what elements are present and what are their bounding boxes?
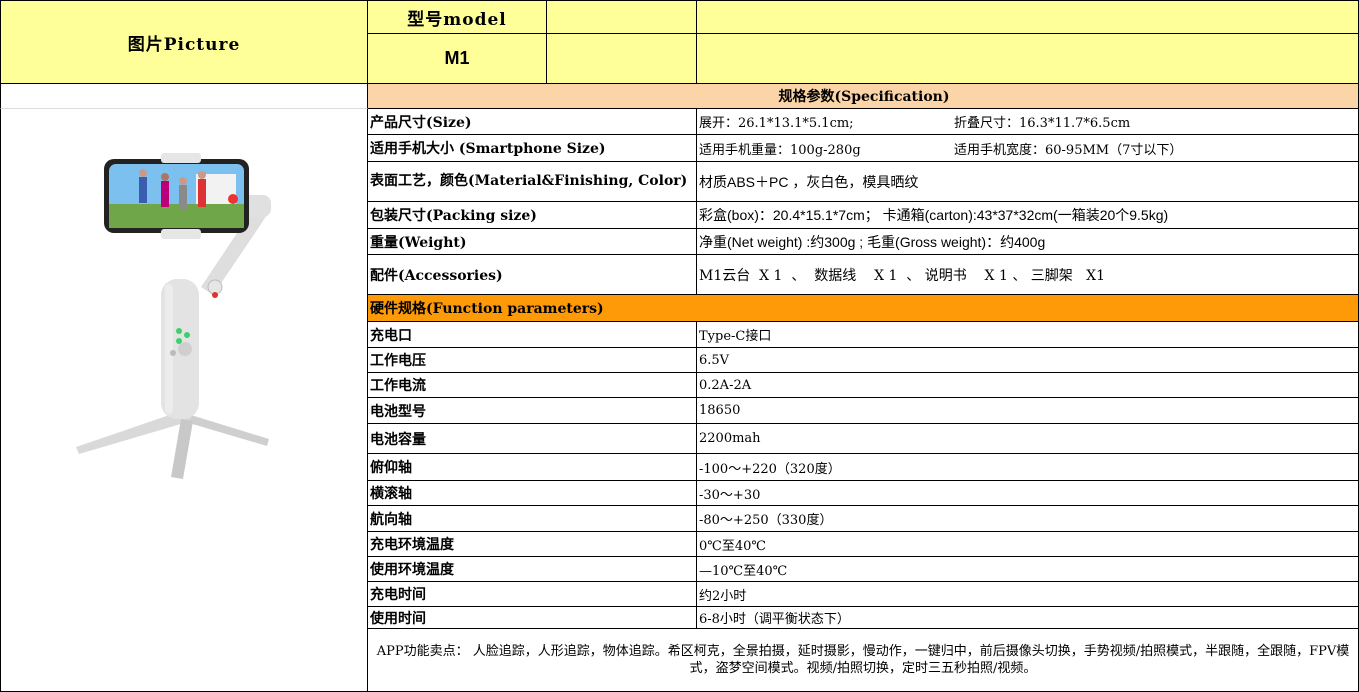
- function-row-label: 使用时间: [368, 607, 697, 629]
- model-header: 型号model: [368, 0, 547, 34]
- model-header-label: 型号model: [407, 9, 507, 30]
- spec-row-value: M1云台 X 1 、 数据线 X 1 、 说明书 X 1 、 三脚架 X1: [697, 255, 1359, 295]
- function-row-value: 6-8小时（调平衡状态下）: [697, 607, 1359, 629]
- function-label: 电池型号: [370, 403, 426, 420]
- spec-section-title: 规格参数(Specification): [368, 84, 1359, 109]
- function-row-value: 0℃至40℃: [697, 532, 1359, 557]
- function-row-label: 横滚轴: [368, 481, 697, 506]
- function-value: 6-8小时（调平衡状态下）: [699, 612, 850, 627]
- spec-value-packing: 彩盒(box)：20.4*15.1*7cm； 卡通箱(carton):43*37…: [699, 207, 1169, 223]
- function-label: 使用环境温度: [370, 562, 454, 578]
- picture-spacer: [0, 84, 368, 109]
- picture-header-label: 图片Picture: [127, 34, 241, 55]
- model-value-text: M1: [444, 48, 470, 68]
- spec-value-weight: 净重(Net weight) :约300g ; 毛重(Gross weight)…: [699, 233, 1046, 250]
- spec-row-label: 产品尺寸(Size): [368, 109, 697, 135]
- spec-value-folded: 折叠尺寸：16.3*11.7*6.5cm: [954, 116, 1131, 131]
- function-row-label: 充电口: [368, 322, 697, 348]
- function-row-value: 2200mah: [697, 424, 1359, 454]
- spec-label-packing: 包装尺寸(Packing size): [370, 208, 537, 224]
- function-section-title: 硬件规格(Function parameters): [368, 295, 1359, 322]
- function-value: 18650: [699, 403, 741, 418]
- function-row-label: 电池容量: [368, 424, 697, 454]
- function-row-label: 工作电流: [368, 373, 697, 398]
- function-label: 使用时间: [370, 610, 426, 627]
- spec-label-size: 产品尺寸(Size): [370, 114, 472, 131]
- spec-label-smartphone: 适用手机大小 (Smartphone Size): [370, 141, 606, 157]
- spec-value-unfolded: 展开：26.1*13.1*5.1cm;: [699, 116, 854, 131]
- header-empty-cell: [547, 34, 697, 84]
- spec-value-phone-width: 适用手机宽度：60-95MM（7寸以下）: [954, 142, 1183, 158]
- spec-value-phone-weight: 适用手机重量：100g-280g: [699, 142, 861, 158]
- spec-label-material: 表面工艺，颜色(Material&Finishing, Color): [370, 173, 688, 189]
- app-features-text: APP功能卖点： 人脸追踪，人形追踪，物体追踪。希区柯克，全景拍摄，延时摄影，慢…: [376, 644, 1350, 676]
- function-row-value: Type-C接口: [697, 322, 1359, 348]
- function-row-value: -100～+220（320度）: [697, 454, 1359, 481]
- function-section-title-text: 硬件规格(Function parameters): [370, 301, 604, 317]
- function-value: Type-C接口: [699, 329, 772, 344]
- spec-row-value: 展开：26.1*13.1*5.1cm; 折叠尺寸：16.3*11.7*6.5cm: [697, 109, 1359, 135]
- function-value: 0.2A-2A: [699, 377, 752, 393]
- picture-header: 图片Picture: [0, 0, 368, 84]
- function-row-value: —10℃至40℃: [697, 557, 1359, 582]
- function-row-value: -30～+30: [697, 481, 1359, 506]
- function-row-value: 约2小时: [697, 582, 1359, 607]
- function-row-value: -80～+250（330度）: [697, 506, 1359, 532]
- spec-row-label: 适用手机大小 (Smartphone Size): [368, 135, 697, 162]
- function-label: 充电环境温度: [370, 537, 454, 553]
- function-value: 约2小时: [699, 588, 747, 604]
- function-label: 工作电流: [370, 378, 426, 394]
- function-row-label: 使用环境温度: [368, 557, 697, 582]
- function-value: 2200mah: [699, 431, 761, 446]
- function-label: 工作电压: [370, 353, 426, 369]
- function-label: 充电时间: [370, 587, 426, 603]
- function-row-label: 俯仰轴: [368, 454, 697, 481]
- header-empty-cell: [547, 0, 697, 34]
- spec-row-value: 净重(Net weight) :约300g ; 毛重(Gross weight)…: [697, 229, 1359, 255]
- function-value: -100～+220（320度）: [699, 461, 841, 477]
- function-value: -30～+30: [699, 487, 761, 503]
- function-value: 0℃至40℃: [699, 538, 766, 554]
- gimbal-product-image: [76, 153, 271, 479]
- function-value: —10℃至40℃: [699, 563, 788, 579]
- function-value: -80～+250（330度）: [699, 513, 833, 528]
- spec-label-accessories: 配件(Accessories): [370, 267, 503, 284]
- product-picture-cell: [0, 109, 368, 692]
- function-row-label: 充电环境温度: [368, 532, 697, 557]
- function-row-label: 工作电压: [368, 348, 697, 373]
- function-row-value: 18650: [697, 398, 1359, 424]
- function-row-label: 电池型号: [368, 398, 697, 424]
- function-label: 俯仰轴: [370, 460, 412, 476]
- spec-row-value: 彩盒(box)：20.4*15.1*7cm； 卡通箱(carton):43*37…: [697, 202, 1359, 229]
- function-label: 航向轴: [370, 511, 412, 528]
- function-row-label: 航向轴: [368, 506, 697, 532]
- app-features-cell: APP功能卖点： 人脸追踪，人形追踪，物体追踪。希区柯克，全景拍摄，延时摄影，慢…: [368, 629, 1359, 692]
- function-label: 充电口: [370, 327, 412, 344]
- spec-label-weight: 重量(Weight): [370, 234, 467, 251]
- spec-section-title-text: 规格参数(Specification): [778, 89, 950, 105]
- header-empty-cell: [697, 34, 1359, 84]
- spec-value-material: 材质ABS＋PC ，灰白色，模具晒纹: [699, 173, 919, 190]
- spec-row-label: 重量(Weight): [368, 229, 697, 255]
- function-row-label: 充电时间: [368, 582, 697, 607]
- function-value: 6.5V: [699, 352, 730, 368]
- spec-row-value: 材质ABS＋PC ，灰白色，模具晒纹: [697, 162, 1359, 202]
- function-label: 横滚轴: [370, 486, 412, 502]
- spec-row-label: 包装尺寸(Packing size): [368, 202, 697, 229]
- spec-row-label: 配件(Accessories): [368, 255, 697, 295]
- spec-row-label: 表面工艺，颜色(Material&Finishing, Color): [368, 162, 697, 202]
- function-row-value: 6.5V: [697, 348, 1359, 373]
- function-label: 电池容量: [370, 431, 426, 448]
- spec-value-accessories: M1云台 X 1 、 数据线 X 1 、 说明书 X 1 、 三脚架 X1: [699, 267, 1105, 284]
- function-row-value: 0.2A-2A: [697, 373, 1359, 398]
- header-empty-cell: [697, 0, 1359, 34]
- model-value: M1: [368, 34, 547, 84]
- spec-row-value: 适用手机重量：100g-280g 适用手机宽度：60-95MM（7寸以下）: [697, 135, 1359, 162]
